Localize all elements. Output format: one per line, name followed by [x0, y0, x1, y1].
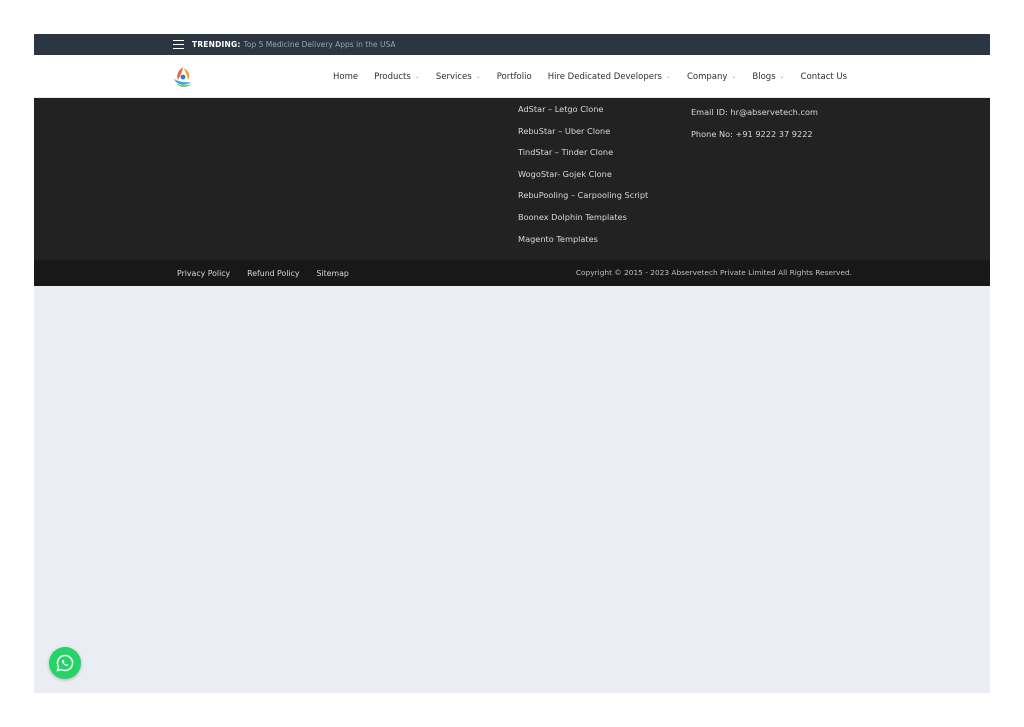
footer-link-wogostar[interactable]: WogoStar- Gojek Clone: [518, 168, 648, 190]
footer-link-boonex[interactable]: Boonex Dolphin Templates: [518, 211, 648, 233]
footer-link-rebustar[interactable]: RebuStar – Uber Clone: [518, 125, 648, 147]
trending-link[interactable]: Top 5 Medicine Delivery Apps in the USA: [244, 40, 396, 49]
nav-services-label: Services: [435, 71, 472, 82]
nav-hire-developers[interactable]: Hire Dedicated Developers ⌄: [548, 72, 671, 82]
chevron-down-icon: ⌄: [779, 73, 785, 80]
site-logo[interactable]: [171, 65, 195, 89]
nav-products[interactable]: Products ⌄: [374, 72, 420, 82]
nav-portfolio[interactable]: Portfolio: [497, 72, 532, 82]
chevron-down-icon: ⌄: [731, 73, 737, 80]
nav-company-label: Company: [686, 71, 728, 82]
footer-product-links: AdStar – Letgo Clone RebuStar – Uber Clo…: [518, 103, 648, 254]
sitemap-link[interactable]: Sitemap: [317, 269, 349, 278]
site-header: Home Products ⌄ Services ⌄ Portfolio Hire …: [34, 55, 990, 98]
nav-blogs-label: Blogs: [752, 71, 776, 82]
chevron-down-icon: ⌄: [475, 73, 481, 80]
nav-services[interactable]: Services ⌄: [436, 72, 481, 82]
hamburger-menu-icon[interactable]: [173, 40, 184, 49]
chevron-down-icon: ⌄: [414, 73, 420, 80]
trending-label: TRENDING:: [192, 40, 241, 49]
main-nav: Home Products ⌄ Services ⌄ Portfolio Hire …: [333, 55, 863, 98]
site-footer: AdStar – Letgo Clone RebuStar – Uber Clo…: [34, 98, 990, 260]
nav-contact-us[interactable]: Contact Us: [801, 72, 847, 82]
logo-icon: [174, 67, 192, 87]
whatsapp-icon: [56, 654, 74, 672]
copyright-text: Copyright © 2015 - 2023 Abservetech Priv…: [575, 268, 852, 277]
chevron-down-icon: ⌄: [665, 73, 671, 80]
footer-link-magento[interactable]: Magento Templates: [518, 233, 648, 255]
privacy-policy-link[interactable]: Privacy Policy: [177, 269, 230, 278]
nav-home-label: Home: [333, 71, 359, 82]
footer-link-adstar[interactable]: AdStar – Letgo Clone: [518, 103, 648, 125]
footer-bottom-bar: Privacy Policy Refund Policy Sitemap Cop…: [34, 260, 990, 286]
footer-link-rebupooling[interactable]: RebuPooling – Carpooling Script: [518, 189, 648, 211]
contact-phone[interactable]: Phone No: +91 9222 37 9222: [691, 128, 818, 150]
refund-policy-link[interactable]: Refund Policy: [247, 269, 299, 278]
nav-products-label: Products: [374, 71, 411, 82]
nav-hire-developers-label: Hire Dedicated Developers: [547, 71, 662, 82]
footer-contact: Email ID: hr@abservetech.com Phone No: +…: [691, 106, 818, 149]
trending-bar: TRENDING: Top 5 Medicine Delivery Apps i…: [34, 34, 990, 55]
nav-home[interactable]: Home: [333, 72, 358, 82]
footer-link-tindstar[interactable]: TindStar – Tinder Clone: [518, 146, 648, 168]
whatsapp-chat-button[interactable]: [49, 647, 81, 679]
contact-email[interactable]: Email ID: hr@abservetech.com: [691, 106, 818, 128]
nav-blogs[interactable]: Blogs ⌄: [752, 72, 784, 82]
nav-portfolio-label: Portfolio: [496, 71, 532, 82]
page-viewport: TRENDING: Top 5 Medicine Delivery Apps i…: [34, 34, 990, 693]
legal-links: Privacy Policy Refund Policy Sitemap: [177, 260, 366, 286]
nav-contact-us-label: Contact Us: [800, 71, 848, 82]
nav-company[interactable]: Company ⌄: [687, 72, 736, 82]
